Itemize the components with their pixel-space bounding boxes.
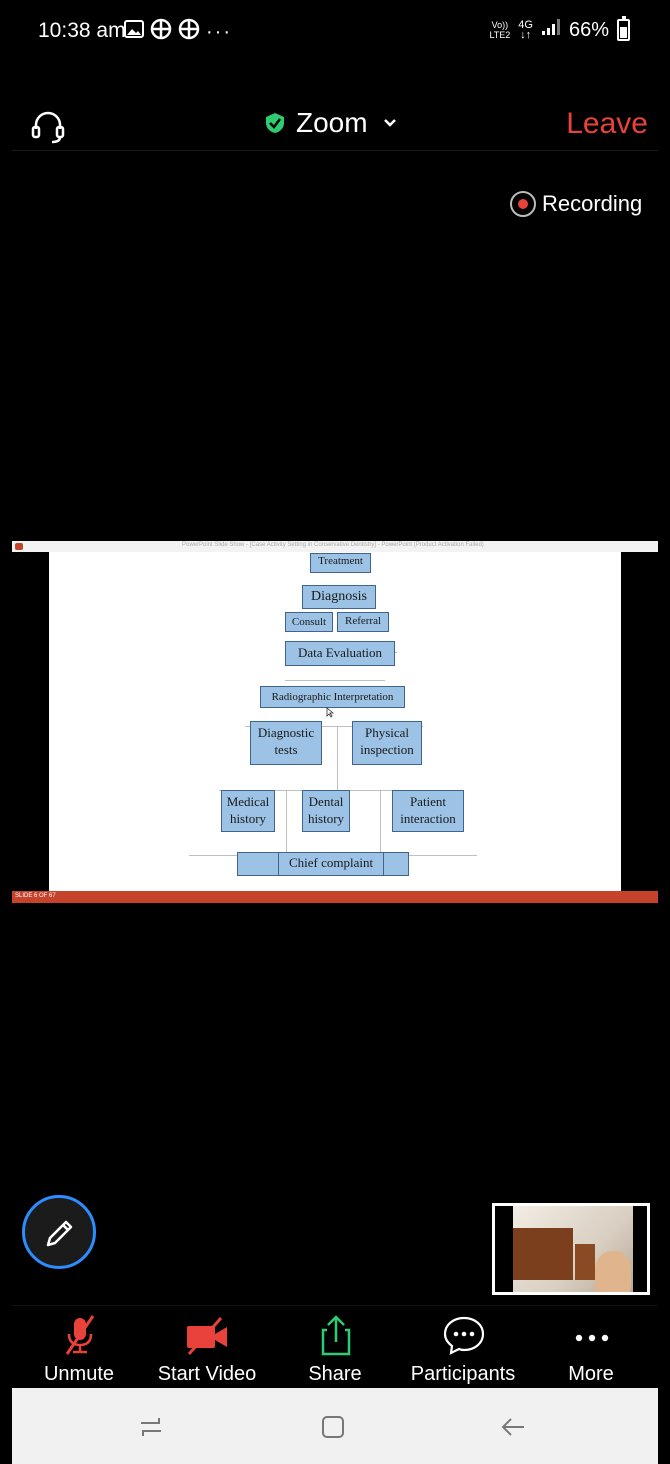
- meeting-toolbar: Unmute Start Video Share Participants Mo…: [12, 1305, 658, 1388]
- meeting-title: Zoom: [296, 107, 368, 138]
- status-bar: 10:38 am ··· Vo)) LTE2 4G ↓↑ 66%: [0, 0, 670, 64]
- more-notifications-icon: ···: [206, 21, 232, 43]
- status-indicators: Vo)) LTE2 4G ↓↑ 66%: [489, 16, 630, 42]
- muted-microphone-icon: [65, 1315, 95, 1355]
- unmute-label: Unmute: [43, 1363, 115, 1385]
- powerpoint-statusbar: SLIDE 6 OF 67: [12, 891, 658, 903]
- chevron-down-icon: [382, 112, 398, 135]
- box-chief-complaint: Chief complaint: [237, 852, 409, 876]
- powerpoint-logo-icon: [15, 543, 23, 550]
- presentation-slide: Treatment Diagnosis Consult Referral Dat…: [49, 552, 621, 891]
- box-patient-interaction: Patient interaction: [392, 790, 464, 832]
- home-icon[interactable]: [320, 1414, 346, 1440]
- pencil-icon: [46, 1220, 73, 1247]
- box-consult: Consult: [285, 612, 333, 632]
- app-icon: [150, 18, 172, 46]
- divider-line: [286, 790, 287, 854]
- slide-indicator: SLIDE 6 OF 67: [15, 893, 56, 899]
- back-arrow-icon[interactable]: [500, 1414, 526, 1440]
- more-button[interactable]: More: [526, 1306, 656, 1389]
- app-icon: [178, 18, 200, 46]
- volte-indicator: Vo)) LTE2: [489, 20, 511, 40]
- battery-percent: 66%: [568, 18, 609, 41]
- status-time: 10:38 am: [38, 19, 126, 42]
- box-physical-inspection: Physical inspection: [352, 721, 422, 765]
- self-video-preview[interactable]: [492, 1203, 650, 1295]
- gallery-icon: [124, 20, 144, 44]
- notification-icons: ···: [124, 18, 232, 46]
- box-diagnostic-tests: Diagnostic tests: [250, 721, 322, 765]
- participants-label: Participants: [410, 1363, 516, 1385]
- battery-icon: [617, 16, 630, 41]
- unmute-button[interactable]: Unmute: [14, 1306, 144, 1389]
- leave-button[interactable]: Leave: [566, 107, 648, 141]
- android-navigation-bar: [12, 1388, 658, 1464]
- divider-line: [337, 726, 338, 790]
- recording-dot-icon: [510, 191, 536, 217]
- share-upload-icon: [321, 1315, 351, 1356]
- chief-complaint-inner: Chief complaint: [278, 852, 384, 876]
- powerpoint-window-title: PowerPoint Slide Show - [Case Activity S…: [182, 542, 484, 548]
- chat-bubble-icon: [443, 1316, 485, 1355]
- audio-headset-icon[interactable]: [30, 109, 65, 144]
- shared-screen: PowerPoint Slide Show - [Case Activity S…: [12, 541, 658, 903]
- divider-line: [285, 680, 385, 681]
- recent-apps-icon[interactable]: [138, 1414, 164, 1440]
- box-medical-history: Medical history: [221, 790, 275, 832]
- meeting-title-dropdown[interactable]: Zoom: [264, 107, 398, 139]
- divider-line: [380, 790, 381, 854]
- video-scene: [513, 1228, 573, 1280]
- start-video-button[interactable]: Start Video: [142, 1306, 272, 1389]
- box-treatment: Treatment: [310, 553, 371, 573]
- more-dots-icon: [575, 1334, 609, 1342]
- more-label: More: [568, 1363, 614, 1385]
- meeting-top-bar: Zoom Leave: [12, 95, 658, 151]
- box-dental-history: Dental history: [302, 790, 350, 832]
- signal-icon: [541, 18, 561, 42]
- mouse-cursor-icon: [326, 707, 334, 718]
- box-data-evaluation: Data Evaluation: [285, 641, 395, 666]
- start-video-label: Start Video: [157, 1363, 257, 1385]
- box-diagnosis: Diagnosis: [302, 585, 376, 609]
- video-off-icon: [187, 1317, 227, 1355]
- powerpoint-titlebar: PowerPoint Slide Show - [Case Activity S…: [12, 541, 658, 552]
- recording-indicator[interactable]: Recording: [510, 191, 642, 217]
- share-button[interactable]: Share: [270, 1306, 400, 1389]
- box-radiographic-interpretation: Radiographic Interpretation: [260, 686, 405, 708]
- box-referral: Referral: [337, 612, 389, 632]
- network-type: 4G ↓↑: [518, 19, 533, 41]
- recording-label: Recording: [542, 191, 643, 216]
- share-label: Share: [308, 1363, 362, 1385]
- annotate-button[interactable]: [22, 1195, 96, 1269]
- secure-shield-icon: [266, 113, 284, 133]
- participants-button[interactable]: Participants: [398, 1306, 528, 1389]
